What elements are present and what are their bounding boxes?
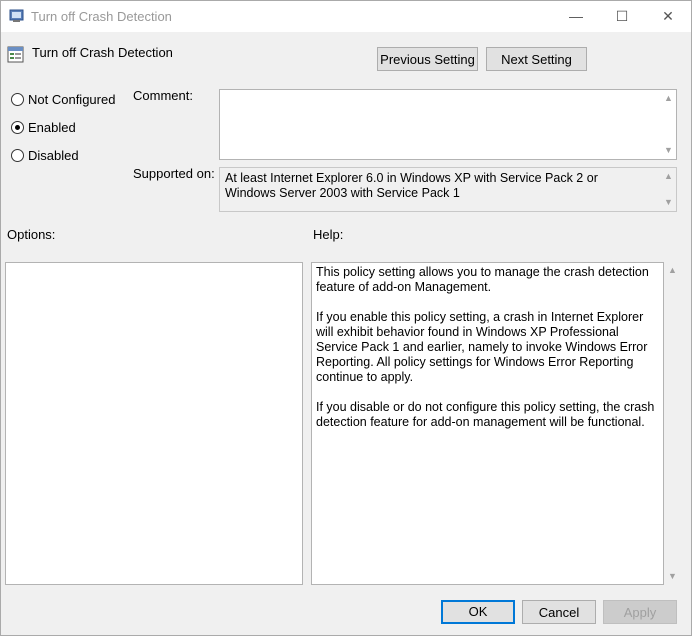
window-title: Turn off Crash Detection [31,9,172,24]
scroll-up-icon[interactable]: ▲ [664,94,673,103]
radio-selected-dot [15,125,20,130]
scroll-down-icon[interactable]: ▼ [668,572,677,581]
options-pane [5,262,303,585]
radio-circle [11,149,24,162]
minimize-button[interactable]: — [553,1,599,32]
help-paragraph: This policy setting allows you to manage… [316,265,649,294]
policy-title: Turn off Crash Detection [32,45,173,60]
help-scrollbar[interactable]: ▲ ▼ [665,262,680,585]
close-button[interactable]: ✕ [645,1,691,32]
previous-setting-button[interactable]: Previous Setting [377,47,478,71]
ok-button[interactable]: OK [441,600,515,624]
radio-circle [11,121,24,134]
supported-on-text: At least Internet Explorer 6.0 in Window… [225,171,598,200]
help-paragraph: If you disable or do not configure this … [316,400,655,429]
comment-label: Comment: [133,88,193,103]
policy-dialog: Turn off Crash Detection — ☐ ✕ Turn off … [0,0,692,636]
radio-label: Enabled [28,120,76,135]
minimize-icon: — [569,8,583,24]
policy-setting-icon [7,46,24,63]
radio-label: Not Configured [28,92,116,107]
close-icon: ✕ [662,8,674,24]
maximize-icon: ☐ [615,8,629,24]
supported-on-field: At least Internet Explorer 6.0 in Window… [219,167,677,212]
scroll-up-icon[interactable]: ▲ [668,266,677,275]
scroll-down-icon[interactable]: ▼ [664,146,673,155]
supported-scrollbar[interactable]: ▲ ▼ [661,168,676,211]
supported-on-label: Supported on: [133,166,215,181]
help-pane: This policy setting allows you to manage… [311,262,664,585]
apply-button[interactable]: Apply [603,600,677,624]
next-setting-button[interactable]: Next Setting [486,47,587,71]
title-bar[interactable]: Turn off Crash Detection — ☐ ✕ [1,1,691,32]
scroll-down-icon[interactable]: ▼ [664,198,673,207]
radio-label: Disabled [28,148,79,163]
comment-scrollbar[interactable]: ▲ ▼ [661,90,676,159]
comment-field[interactable]: ▲ ▼ [219,89,677,160]
group-policy-icon [9,9,24,22]
radio-circle [11,93,24,106]
scroll-up-icon[interactable]: ▲ [664,172,673,181]
help-text: This policy setting allows you to manage… [316,265,656,445]
maximize-button[interactable]: ☐ [599,1,645,32]
options-label: Options: [7,227,56,242]
cancel-button[interactable]: Cancel [522,600,596,624]
help-label: Help: [313,227,344,242]
help-paragraph: If you enable this policy setting, a cra… [316,310,648,384]
